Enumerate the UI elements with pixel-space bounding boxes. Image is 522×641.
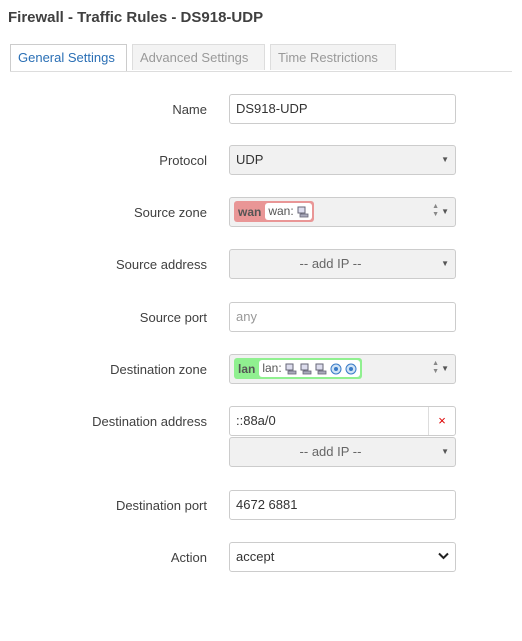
action-label: Action — [170, 550, 207, 565]
source-zone-label: Source zone — [134, 205, 207, 220]
spinner-icon: ▲ ▼ — [432, 203, 439, 218]
destination-zone-networks-label: lan: — [262, 361, 282, 375]
network-icon — [285, 363, 297, 374]
name-input[interactable]: DS918-UDP — [229, 94, 456, 124]
chevron-down-icon — [438, 552, 449, 560]
source-port-input[interactable]: any — [229, 302, 456, 332]
protocol-label: Protocol — [159, 153, 207, 168]
destination-zone-label: Destination zone — [110, 362, 207, 377]
chevron-down-icon: ▼ — [441, 207, 449, 216]
destination-zone-name: lan — [238, 361, 256, 376]
source-zone-name: wan — [238, 204, 262, 219]
add-ip-placeholder: -- add IP -- — [299, 256, 362, 271]
name-label: Name — [172, 102, 207, 117]
action-select[interactable]: accept — [229, 542, 456, 572]
network-icon — [300, 363, 312, 374]
destination-zone-badge: lan lan: — [234, 358, 362, 379]
source-zone-badge: wan wan: — [234, 201, 314, 222]
protocol-select[interactable]: UDP ▼ — [229, 145, 456, 175]
destination-port-input[interactable]: 4672 6881 — [229, 490, 456, 520]
source-port-label: Source port — [139, 310, 207, 325]
tab-bar: General Settings Advanced Settings Time … — [10, 44, 512, 72]
page-title: Firewall - Traffic Rules - DS918-UDP — [8, 9, 264, 26]
wireless-icon — [345, 363, 357, 374]
chevron-down-icon: ▼ — [441, 155, 449, 164]
destination-address-select[interactable]: -- add IP -- ▼ — [229, 437, 456, 467]
source-zone-networks-label: wan: — [268, 204, 294, 218]
source-zone-select[interactable]: wan wan: ▲ ▼ ▼ — [229, 197, 456, 227]
chevron-down-icon: ▼ — [441, 447, 449, 456]
wireless-icon — [330, 363, 342, 374]
source-address-select[interactable]: -- add IP -- ▼ — [229, 249, 456, 279]
chevron-down-icon: ▼ — [441, 364, 449, 373]
network-icon — [297, 206, 309, 217]
network-icon — [315, 363, 327, 374]
protocol-value: UDP — [236, 152, 264, 167]
destination-address-item: ::88a/0 × — [229, 406, 456, 436]
source-address-label: Source address — [115, 257, 207, 272]
chevron-down-icon: ▼ — [441, 259, 449, 268]
tab-advanced-settings[interactable]: Advanced Settings — [132, 44, 265, 70]
tab-time-restrictions[interactable]: Time Restrictions — [270, 44, 396, 70]
action-value: accept — [236, 549, 275, 564]
add-ip-placeholder: -- add IP -- — [299, 444, 362, 459]
destination-address-label: Destination address — [92, 414, 207, 429]
destination-address-value: ::88a/0 — [236, 413, 276, 428]
tab-general-settings[interactable]: General Settings — [10, 44, 127, 71]
destination-port-label: Destination port — [115, 498, 207, 513]
destination-zone-select[interactable]: lan lan: ▲ ▼ ▼ — [229, 354, 456, 384]
spinner-icon: ▲ ▼ — [432, 360, 439, 375]
remove-button[interactable]: × — [428, 407, 455, 435]
